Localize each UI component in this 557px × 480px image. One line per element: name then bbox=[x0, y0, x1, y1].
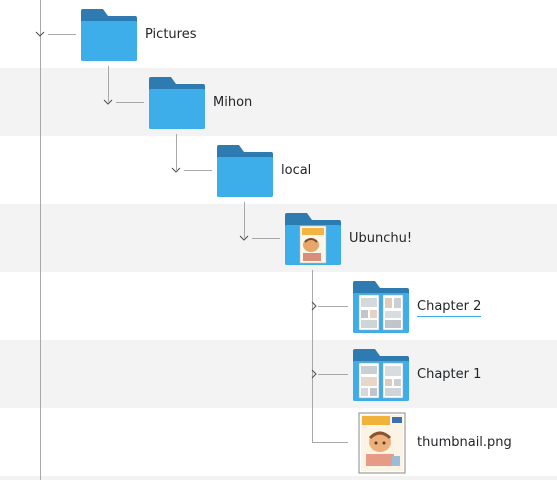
chevron-down-icon bbox=[239, 235, 249, 241]
tree-item-label[interactable]: Chapter 1 bbox=[417, 367, 481, 383]
folder-icon[interactable] bbox=[148, 76, 206, 130]
expand-toggle[interactable] bbox=[32, 26, 48, 42]
tree-guide-line bbox=[40, 0, 41, 480]
tree-item-label[interactable]: Pictures bbox=[145, 27, 196, 43]
tree-row-background bbox=[0, 68, 557, 136]
tree-guide-line bbox=[252, 238, 280, 239]
folder-preview-icon[interactable] bbox=[352, 348, 410, 402]
tree-item-label[interactable]: Ubunchu! bbox=[349, 231, 412, 247]
tree-guide-line bbox=[116, 102, 144, 103]
folder-tree-view: Pictures Mihon local Ubunchu! Chapter 2 … bbox=[0, 0, 557, 480]
folder-icon[interactable] bbox=[216, 144, 274, 198]
expand-toggle[interactable] bbox=[168, 162, 184, 178]
tree-item-label[interactable]: thumbnail.png bbox=[417, 435, 512, 451]
expand-toggle[interactable] bbox=[236, 230, 252, 246]
image-thumbnail-icon[interactable] bbox=[352, 412, 410, 474]
tree-guide-line bbox=[312, 442, 348, 443]
tree-guide-line bbox=[312, 270, 313, 442]
tree-guide-line bbox=[48, 34, 76, 35]
chevron-right-icon bbox=[311, 301, 317, 311]
folder-icon[interactable] bbox=[80, 8, 138, 62]
expand-toggle[interactable] bbox=[100, 94, 116, 110]
tree-guide-line bbox=[318, 306, 348, 307]
tree-item-label[interactable]: Chapter 2 bbox=[417, 299, 482, 317]
chevron-down-icon bbox=[35, 31, 45, 37]
chevron-down-icon bbox=[171, 167, 181, 173]
tree-guide-line bbox=[184, 170, 212, 171]
chevron-down-icon bbox=[103, 99, 113, 105]
expand-toggle[interactable] bbox=[306, 298, 322, 314]
tree-guide-line bbox=[318, 374, 348, 375]
tree-item-label[interactable]: Mihon bbox=[213, 95, 252, 111]
folder-preview-icon[interactable] bbox=[284, 212, 342, 266]
expand-toggle[interactable] bbox=[306, 366, 322, 382]
chevron-right-icon bbox=[311, 369, 317, 379]
folder-preview-icon[interactable] bbox=[352, 280, 410, 334]
tree-item-label[interactable]: local bbox=[281, 163, 311, 179]
tree-row-background bbox=[0, 476, 557, 480]
